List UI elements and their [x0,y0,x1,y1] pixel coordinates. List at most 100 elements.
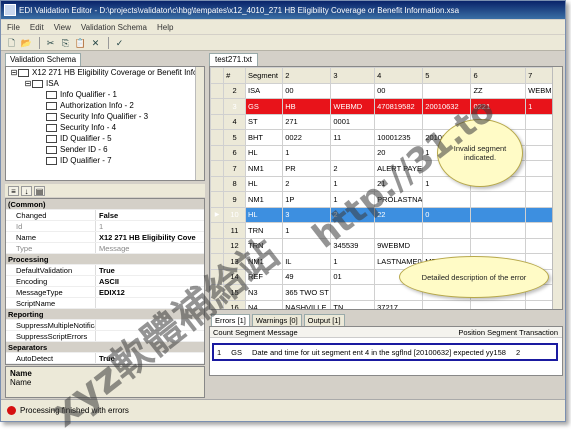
open-folder-icon[interactable]: 📂 [20,37,33,49]
menu-file[interactable]: File [7,23,20,32]
copy-icon[interactable]: ⎘ [59,37,72,49]
row-indicator[interactable] [210,175,225,192]
column-header[interactable]: # [223,67,246,84]
property-row[interactable]: Encoding ASCII [6,276,204,287]
segment-cell[interactable]: 37217 [374,299,424,309]
tree-node[interactable]: ID Qualifier - 5 [6,133,204,144]
expand-icon[interactable]: ⊟ [10,67,18,78]
property-value[interactable]: Message [96,243,204,253]
segment-cell[interactable] [330,144,376,161]
segment-cell[interactable]: 22 [374,206,424,223]
column-header[interactable]: Segment [244,67,284,84]
segment-cell[interactable]: 1 [330,253,376,270]
segment-cell[interactable]: 0221 [470,98,527,115]
row-indicator[interactable] [210,191,225,208]
segment-cell[interactable]: TRN [244,222,284,239]
cut-icon[interactable]: ✂ [44,37,57,49]
segment-cell[interactable]: 00 [282,82,332,99]
property-row[interactable]: Changed False [6,210,204,221]
segment-row[interactable]: 8 HL 2 1 21 1 [210,175,562,192]
paste-icon[interactable]: 📋 [74,37,87,49]
property-value[interactable]: True [96,353,204,363]
errors-list[interactable]: Count Segment Message Position Segment T… [209,326,563,376]
property-pages-icon[interactable]: ▤ [34,185,45,196]
row-indicator[interactable] [210,82,225,99]
segment-cell[interactable] [470,237,527,254]
segment-cell[interactable]: 2 [330,206,376,223]
segment-cell[interactable]: PR [282,160,332,177]
expand-icon[interactable]: ⊟ [24,78,32,89]
segment-cell[interactable]: 00 [374,82,424,99]
segment-cell[interactable] [470,299,527,309]
segment-cell[interactable]: 10001235 [374,129,424,146]
segment-cell[interactable]: HL [244,206,284,223]
tree-scrollbar[interactable] [195,67,204,180]
property-category[interactable]: (Common) [6,199,204,210]
property-value[interactable]: X12 271 HB Eligibility Cove [96,232,204,242]
segment-cell[interactable]: 1P [282,191,332,208]
row-indicator[interactable] [210,98,225,115]
segment-cell[interactable]: 20 [374,144,424,161]
segment-cell[interactable]: 9WEBMD [374,237,424,254]
categorized-icon[interactable]: ≡ [8,185,19,196]
menu-validation-schema[interactable]: Validation Schema [81,23,147,32]
segment-cell[interactable]: 49 [282,268,332,285]
tree-node[interactable]: Sender ID - 6 [6,144,204,155]
segment-cell[interactable]: HL [244,144,284,161]
segment-cell[interactable] [330,222,376,239]
new-file-icon[interactable]: 🗋 [5,37,18,49]
segment-cell[interactable]: 1 [282,222,332,239]
segment-cell[interactable]: 0022 [282,129,332,146]
segment-cell[interactable]: HB [282,98,332,115]
row-indicator[interactable] [210,284,225,301]
segment-cell[interactable]: 1 [330,191,376,208]
segment-cell[interactable]: 21 [374,175,424,192]
segment-cell[interactable]: 01 [330,268,376,285]
tab-validation-schema[interactable]: Validation Schema [5,53,82,66]
tree-node[interactable]: Authorization Info - 2 [6,100,204,111]
property-grid[interactable]: (Common) Changed False Id 1 Name X12 271 HB El… [5,198,205,365]
row-indicator[interactable] [210,144,225,161]
column-header[interactable]: 4 [374,67,424,84]
segment-cell[interactable]: ALERT PAYER NP [374,160,424,177]
property-row[interactable]: Name X12 271 HB Eligibility Cove [6,232,204,243]
property-row[interactable]: AutoDetect True [6,353,204,364]
segment-cell[interactable] [422,299,472,309]
selected-segment-row[interactable]: ▶ 10 HL 3 2 22 0 [210,206,562,223]
property-value[interactable]: 1 [96,221,204,231]
property-row[interactable]: ScriptName [6,298,204,309]
row-indicator[interactable] [210,268,225,285]
segment-cell[interactable]: BHT [244,129,284,146]
tab-warnings[interactable]: Warnings [0] [251,314,302,326]
segment-cell[interactable]: ST [244,113,284,130]
row-indicator[interactable] [210,160,225,177]
segment-cell[interactable] [422,237,472,254]
validate-icon[interactable]: ✓ [113,37,126,49]
property-value[interactable]: False [96,210,204,220]
segment-cell[interactable]: TN [330,299,376,309]
segment-cell[interactable]: IL [282,253,332,270]
column-header[interactable]: 3 [330,67,376,84]
segment-cell[interactable]: WEBMD [330,98,376,115]
segment-cell[interactable] [330,82,376,99]
segment-cell[interactable]: NASHVILLE [282,299,332,309]
row-indicator[interactable] [210,113,225,130]
segment-cell[interactable]: 470819582 [374,98,424,115]
segment-cell[interactable] [470,206,527,223]
segment-cell[interactable]: 365 TWO ST [282,284,332,301]
segment-cell[interactable]: 2 [330,160,376,177]
segment-cell[interactable] [470,222,527,239]
error-row[interactable]: 1 GS Date and time for uit segment ent 4… [212,343,558,361]
property-row[interactable]: Type Message [6,243,204,254]
property-value[interactable]: True [96,265,204,275]
segment-cell[interactable] [422,222,472,239]
tab-output[interactable]: Output [1] [303,314,345,326]
segment-cell[interactable]: 2 [282,175,332,192]
segment-cell[interactable]: 345539 [330,237,376,254]
segment-cell[interactable]: ISA [244,82,284,99]
column-header[interactable]: 6 [470,67,527,84]
error-segment-row[interactable]: 3 GS HB WEBMD 470819582 20010632 0221 1 [210,98,562,115]
segment-row[interactable]: 9NM11P1PROLASTNAME1 [210,191,562,208]
segment-cell[interactable]: 271 [282,113,332,130]
segment-cell[interactable]: GS [244,98,284,115]
